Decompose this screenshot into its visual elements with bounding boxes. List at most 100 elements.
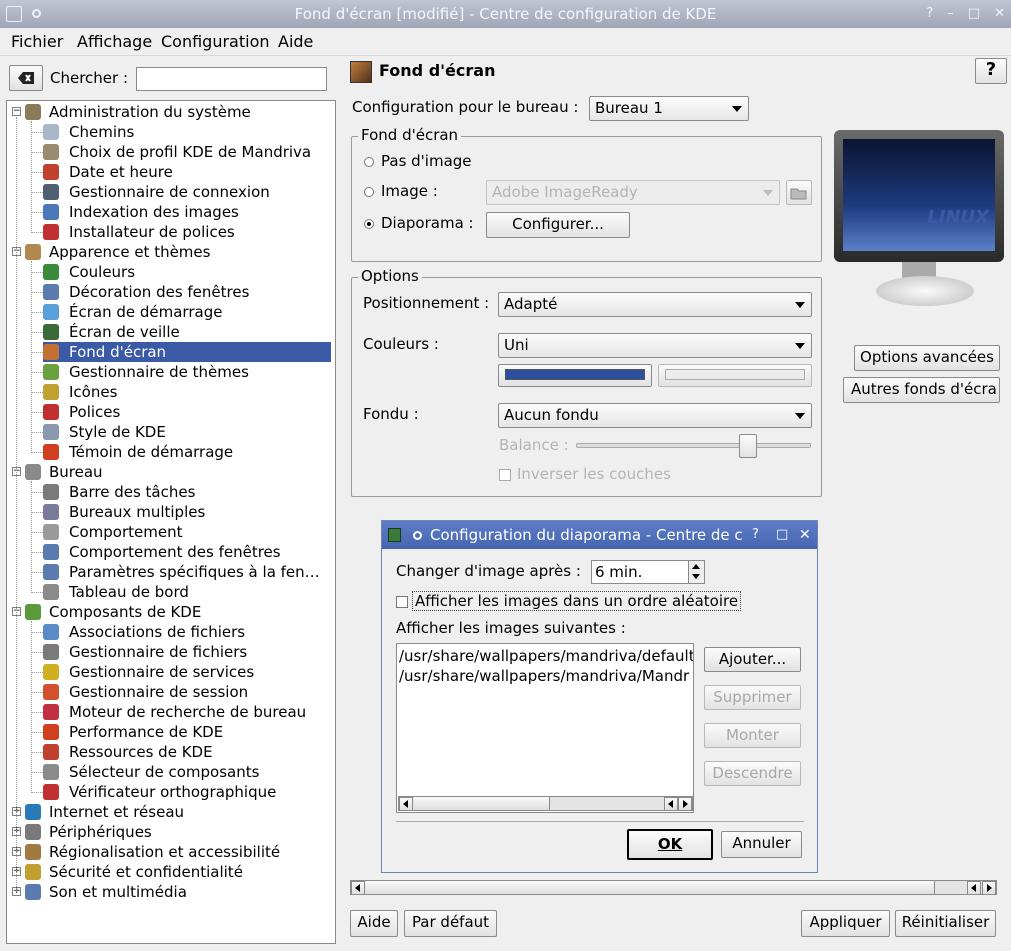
- move-down-button[interactable]: Descendre: [704, 761, 801, 786]
- position-select[interactable]: Adapté: [498, 292, 812, 317]
- images-list[interactable]: /usr/share/wallpapers/mandriva/default /…: [396, 643, 694, 813]
- tree-item[interactable]: Comportement des fenêtres: [43, 542, 331, 562]
- menu-configuration[interactable]: Configuration: [161, 32, 270, 51]
- dialog-close-button[interactable]: ✕: [799, 521, 811, 549]
- tree-item[interactable]: Comportement: [43, 522, 331, 542]
- tree-category[interactable]: Sécurité et confidentialité: [7, 862, 331, 882]
- spin-arrows-icon[interactable]: [688, 561, 704, 583]
- image-select[interactable]: Adobe ImageReady: [486, 180, 780, 205]
- dialog-sticky-icon[interactable]: [413, 531, 422, 540]
- reset-button[interactable]: Réinitialiser: [895, 910, 996, 937]
- move-up-button[interactable]: Monter: [704, 723, 801, 748]
- tree-item[interactable]: Fond d'écran: [43, 342, 331, 362]
- scroll-right-button[interactable]: [982, 881, 996, 895]
- list-scroll-thumb[interactable]: [414, 797, 550, 810]
- cancel-button[interactable]: Annuler: [721, 831, 802, 858]
- tree-item[interactable]: Gestionnaire de session: [43, 682, 331, 702]
- tree-category[interactable]: Son et multimédia: [7, 882, 331, 902]
- random-order-checkbox[interactable]: [396, 596, 408, 608]
- close-button[interactable]: ✕: [994, 0, 1005, 28]
- apply-button[interactable]: Appliquer: [801, 910, 890, 937]
- tree-category[interactable]: Composants de KDE: [7, 602, 331, 622]
- radio-slideshow[interactable]: [364, 219, 374, 229]
- list-item[interactable]: /usr/share/wallpapers/mandriva/Mandr: [399, 666, 693, 686]
- module-tree[interactable]: Administration du système − Chemins Choix d…: [6, 100, 336, 944]
- tree-item[interactable]: Indexation des images: [43, 202, 331, 222]
- window-titlebar[interactable]: Fond d'écran [modifié] - Centre de confi…: [0, 0, 1011, 28]
- maximize-button[interactable]: □: [968, 0, 980, 28]
- remove-image-button[interactable]: Supprimer: [704, 685, 801, 710]
- menu-aide[interactable]: Aide: [278, 32, 313, 51]
- collapse-icon[interactable]: −: [12, 107, 21, 116]
- tree-item[interactable]: Sélecteur de composants: [43, 762, 331, 782]
- tree-item[interactable]: Icônes: [43, 382, 331, 402]
- tree-category[interactable]: Périphériques: [7, 822, 331, 842]
- scroll-left-button[interactable]: [399, 797, 413, 811]
- ok-button[interactable]: OK: [627, 829, 713, 860]
- whats-this-button[interactable]: ?: [975, 58, 1007, 84]
- tree-item[interactable]: Couleurs: [43, 262, 331, 282]
- tree-item[interactable]: Gestionnaire de connexion: [43, 182, 331, 202]
- tree-item[interactable]: Témoin de démarrage: [43, 442, 331, 462]
- scroll-left2-button[interactable]: [664, 797, 678, 811]
- tree-item[interactable]: Polices: [43, 402, 331, 422]
- dialog-titlebar[interactable]: Configuration du diaporama - Centre de c…: [382, 521, 817, 549]
- list-hscrollbar[interactable]: [398, 796, 693, 811]
- tree-item[interactable]: Décoration des fenêtres: [43, 282, 331, 302]
- tree-category[interactable]: Régionalisation et accessibilité: [7, 842, 331, 862]
- tree-category[interactable]: Apparence et thèmes: [7, 242, 331, 262]
- list-item[interactable]: /usr/share/wallpapers/mandriva/default: [399, 646, 693, 666]
- colors-select[interactable]: Uni: [498, 333, 812, 358]
- advanced-options-button[interactable]: Options avancées: [854, 345, 1000, 371]
- menu-fichier[interactable]: Fichier: [11, 32, 63, 51]
- balance-slider-handle[interactable]: [739, 434, 757, 458]
- tree-item[interactable]: Associations de fichiers: [43, 622, 331, 642]
- add-image-button[interactable]: Ajouter...: [704, 647, 801, 672]
- tree-item[interactable]: Style de KDE: [43, 422, 331, 442]
- dialog-help-button[interactable]: ?: [752, 521, 759, 549]
- color2-button[interactable]: [658, 364, 812, 387]
- dialog-maximize-button[interactable]: □: [776, 521, 788, 549]
- radio-no-image[interactable]: [364, 157, 374, 167]
- tree-category[interactable]: Bureau: [7, 462, 331, 482]
- panel-hscrollbar[interactable]: [350, 880, 997, 895]
- tree-item[interactable]: Tableau de bord: [43, 582, 331, 602]
- help-title-button[interactable]: ?: [926, 0, 933, 28]
- tree-item[interactable]: Date et heure: [43, 162, 331, 182]
- tree-category[interactable]: Administration du système: [7, 102, 331, 122]
- tree-item[interactable]: Écran de veille: [43, 322, 331, 342]
- defaults-button[interactable]: Par défaut: [404, 910, 497, 937]
- tree-item[interactable]: Gestionnaire de services: [43, 662, 331, 682]
- tree-item[interactable]: Choix de profil KDE de Mandriva: [43, 142, 331, 162]
- window-menu-icon[interactable]: [6, 6, 22, 22]
- other-wallpapers-button[interactable]: Autres fonds d'écra: [843, 377, 1000, 403]
- tree-item[interactable]: Installateur de polices: [43, 222, 331, 242]
- tree-item[interactable]: Écran de démarrage: [43, 302, 331, 322]
- color1-button[interactable]: [498, 364, 652, 387]
- invert-layers-checkbox[interactable]: [499, 469, 511, 481]
- tree-item[interactable]: Ressources de KDE: [43, 742, 331, 762]
- tree-item[interactable]: Bureaux multiples: [43, 502, 331, 522]
- menu-affichage[interactable]: Affichage: [77, 32, 152, 51]
- tree-category[interactable]: Internet et réseau: [7, 802, 331, 822]
- browse-image-button[interactable]: [786, 180, 812, 205]
- scroll-left2-button[interactable]: [967, 881, 981, 895]
- configure-slideshow-button[interactable]: Configurer...: [486, 212, 630, 238]
- panel-scroll-thumb[interactable]: [366, 881, 935, 894]
- clear-search-button[interactable]: [9, 65, 43, 91]
- tree-item[interactable]: Gestionnaire de fichiers: [43, 642, 331, 662]
- scroll-left-button[interactable]: [351, 881, 365, 895]
- tree-item[interactable]: Chemins: [43, 122, 331, 142]
- radio-image[interactable]: [364, 187, 374, 197]
- tree-item[interactable]: Barre des tâches: [43, 482, 331, 502]
- interval-spinbox[interactable]: 6 min.: [591, 560, 705, 584]
- minimize-button[interactable]: –: [947, 0, 954, 28]
- sticky-icon[interactable]: [32, 9, 41, 18]
- scroll-right-button[interactable]: [678, 797, 692, 811]
- help-button[interactable]: Aide: [350, 910, 398, 937]
- desktop-select[interactable]: Bureau 1: [589, 96, 749, 121]
- tree-item[interactable]: Paramètres spécifiques à la fen…: [43, 562, 331, 582]
- tree-item[interactable]: Moteur de recherche de bureau: [43, 702, 331, 722]
- blend-select[interactable]: Aucun fondu: [498, 403, 812, 428]
- tree-item[interactable]: Gestionnaire de thèmes: [43, 362, 331, 382]
